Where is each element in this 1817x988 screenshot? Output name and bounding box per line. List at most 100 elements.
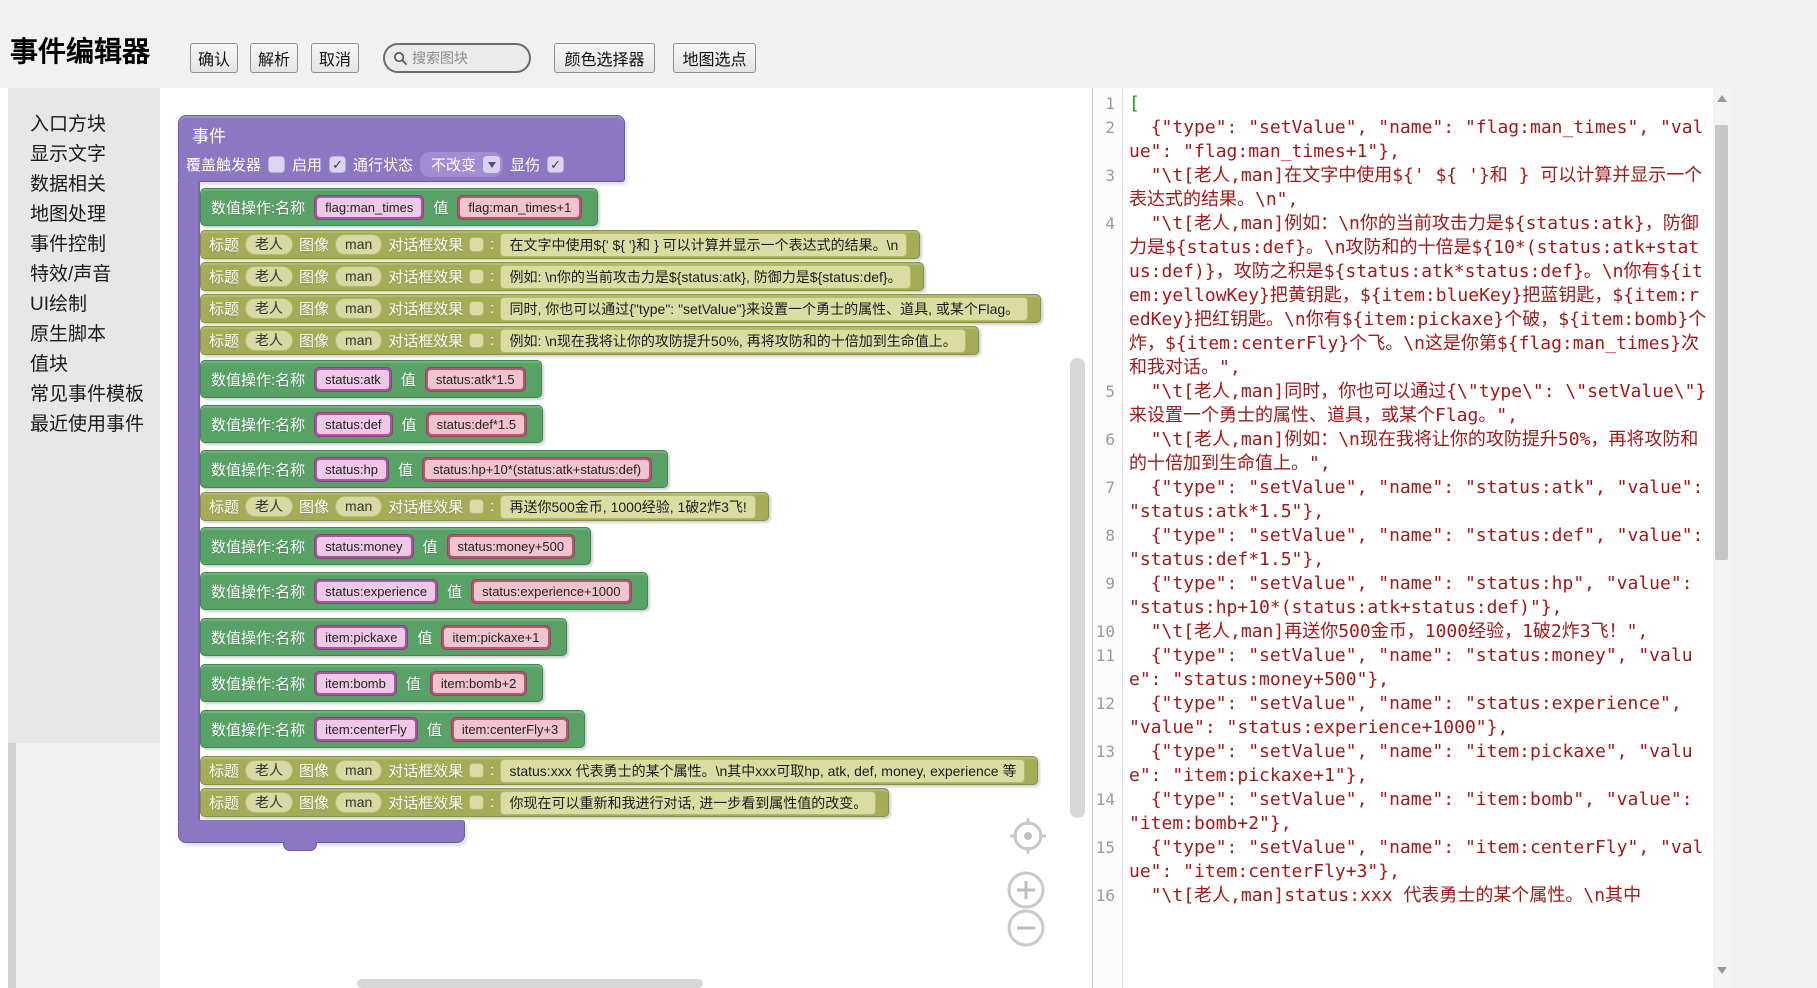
zoom-out-button[interactable]: [1006, 908, 1046, 948]
sidebar-item[interactable]: 显示文字: [8, 140, 160, 170]
sidebar-item[interactable]: 值块: [8, 350, 160, 380]
search-box[interactable]: [383, 43, 531, 73]
enable-checkbox[interactable]: [329, 156, 346, 173]
confirm-button[interactable]: 确认: [190, 43, 238, 73]
dialog-text-field[interactable]: 你现在可以重新和我进行对话, 进一步看到属性值的改变。: [500, 791, 876, 815]
event-block-spine[interactable]: [178, 181, 200, 821]
value-field[interactable]: item:centerFly+3: [451, 717, 569, 742]
caption-field[interactable]: 老人: [245, 496, 293, 517]
dialog-text-block[interactable]: 标题 老人 图像 man 对话框效果 : 在文字中使用${' ${ '}和 } …: [200, 230, 920, 259]
value-field[interactable]: flag:man_times+1: [457, 195, 582, 220]
caption-field[interactable]: 老人: [245, 234, 293, 255]
caption-field[interactable]: 老人: [245, 330, 293, 351]
code-line[interactable]: 7 {"type": "setValue", "name": "status:a…: [1093, 476, 1708, 524]
code-line[interactable]: 10 "\t[老人,man]再送你500金币，1000经验，1破2炸3飞！",: [1093, 620, 1708, 644]
code-scrollbar-thumb[interactable]: [1715, 125, 1728, 560]
dialog-text-block[interactable]: 标题 老人 图像 man 对话框效果 : 例如: \n你的当前攻击力是${sta…: [200, 262, 924, 291]
code-line[interactable]: 3 "\t[老人,man]在文字中使用${' ${ '}和 } 可以计算并显示一…: [1093, 164, 1708, 212]
caption-field[interactable]: 老人: [245, 760, 293, 781]
setvalue-block[interactable]: 数值操作:名称 status:atk 值 status:atk*1.5: [200, 360, 542, 398]
zoom-reset-button[interactable]: [1008, 816, 1048, 856]
sidebar-item[interactable]: 数据相关: [8, 170, 160, 200]
name-field[interactable]: status:atk: [314, 367, 392, 392]
dialog-text-block[interactable]: 标题 老人 图像 man 对话框效果 : 你现在可以重新和我进行对话, 进一步看…: [200, 788, 889, 817]
code-line[interactable]: 11 {"type": "setValue", "name": "status:…: [1093, 644, 1708, 692]
code-line[interactable]: 13 {"type": "setValue", "name": "item:pi…: [1093, 740, 1708, 788]
pass-state-dropdown[interactable]: 不改变: [420, 152, 503, 177]
image-field[interactable]: man: [335, 760, 382, 781]
code-line[interactable]: 15 {"type": "setValue", "name": "item:ce…: [1093, 836, 1708, 884]
dialog-text-field[interactable]: 例如: \n现在我将让你的攻防提升50%, 再将攻防和的十倍加到生命值上。: [500, 329, 965, 353]
image-field[interactable]: man: [335, 496, 382, 517]
dialog-effect-checkbox[interactable]: [469, 763, 484, 778]
image-field[interactable]: man: [335, 234, 382, 255]
name-field[interactable]: status:money: [314, 534, 413, 559]
dialog-text-field[interactable]: 同时, 你也可以通过{"type": "setValue"}来设置一个勇士的属性…: [500, 297, 1028, 321]
color-picker-button[interactable]: 颜色选择器: [554, 43, 655, 73]
image-field[interactable]: man: [335, 298, 382, 319]
code-line[interactable]: 8 {"type": "setValue", "name": "status:d…: [1093, 524, 1708, 572]
dialog-text-field[interactable]: 例如: \n你的当前攻击力是${status:atk}, 防御力是${statu…: [500, 265, 910, 289]
dialog-effect-checkbox[interactable]: [469, 237, 484, 252]
dialog-text-field[interactable]: 再送你500金币, 1000经验, 1破2炸3飞!: [500, 495, 755, 519]
name-field[interactable]: item:bomb: [314, 671, 397, 696]
dialog-text-block[interactable]: 标题 老人 图像 man 对话框效果 : 同时, 你也可以通过{"type": …: [200, 294, 1041, 323]
dialog-effect-checkbox[interactable]: [469, 499, 484, 514]
map-pick-button[interactable]: 地图选点: [673, 43, 756, 73]
scroll-up-arrow-icon[interactable]: [1717, 95, 1727, 102]
code-line[interactable]: 12 {"type": "setValue", "name": "status:…: [1093, 692, 1708, 740]
code-line[interactable]: 14 {"type": "setValue", "name": "item:bo…: [1093, 788, 1708, 836]
sidebar-item[interactable]: 原生脚本: [8, 320, 160, 350]
dialog-text-block[interactable]: 标题 老人 图像 man 对话框效果 : status:xxx 代表勇士的某个属…: [200, 756, 1038, 785]
dialog-effect-checkbox[interactable]: [469, 301, 484, 316]
setvalue-block[interactable]: 数值操作:名称 item:bomb 值 item:bomb+2: [200, 664, 543, 702]
caption-field[interactable]: 老人: [245, 792, 293, 813]
event-block-footer[interactable]: [178, 820, 465, 843]
code-line[interactable]: 4 "\t[老人,man]例如：\n你的当前攻击力是${status:atk}，…: [1093, 212, 1708, 380]
code-scrollbar[interactable]: [1713, 88, 1730, 988]
event-block-header[interactable]: 事件 覆盖触发器 启用 通行状态 不改变 显伤: [178, 115, 625, 182]
value-field[interactable]: status:experience+1000: [471, 579, 631, 604]
blockly-workspace[interactable]: 事件 覆盖触发器 启用 通行状态 不改变 显伤 数值操作:名称: [160, 88, 1092, 988]
sidebar-item[interactable]: 最近使用事件: [8, 410, 160, 440]
workspace-horizontal-scrollbar[interactable]: [357, 979, 703, 988]
sidebar-item[interactable]: UI绘制: [8, 290, 160, 320]
name-field[interactable]: item:centerFly: [314, 717, 418, 742]
search-input[interactable]: [412, 50, 522, 66]
value-field[interactable]: status:money+500: [447, 534, 576, 559]
setvalue-block[interactable]: 数值操作:名称 status:def 值 status:def*1.5: [200, 405, 543, 443]
override-trigger-checkbox[interactable]: [268, 156, 285, 173]
damage-checkbox[interactable]: [547, 156, 564, 173]
code-line[interactable]: 2 {"type": "setValue", "name": "flag:man…: [1093, 116, 1708, 164]
sidebar-item[interactable]: 常见事件模板: [8, 380, 160, 410]
setvalue-block[interactable]: 数值操作:名称 item:pickaxe 值 item:pickaxe+1: [200, 618, 567, 656]
sidebar-item[interactable]: 事件控制: [8, 230, 160, 260]
setvalue-block[interactable]: 数值操作:名称 status:money 值 status:money+500: [200, 527, 591, 565]
dialog-text-field[interactable]: status:xxx 代表勇士的某个属性。\n其中xxx可取hp, atk, d…: [500, 759, 1025, 783]
setvalue-block[interactable]: 数值操作:名称 status:hp 值 status:hp+10*(status…: [200, 450, 668, 488]
name-field[interactable]: flag:man_times: [314, 195, 424, 220]
workspace-vertical-scrollbar[interactable]: [1070, 358, 1085, 818]
setvalue-block[interactable]: 数值操作:名称 status:experience 值 status:exper…: [200, 572, 648, 610]
cancel-button[interactable]: 取消: [311, 43, 359, 73]
name-field[interactable]: status:hp: [314, 457, 389, 482]
setvalue-block[interactable]: 数值操作:名称 item:centerFly 值 item:centerFly+…: [200, 710, 585, 748]
image-field[interactable]: man: [335, 330, 382, 351]
dialog-effect-checkbox[interactable]: [469, 333, 484, 348]
code-line[interactable]: 5 "\t[老人,man]同时，你也可以通过{\"type\": \"setVa…: [1093, 380, 1708, 428]
image-field[interactable]: man: [335, 792, 382, 813]
dialog-effect-checkbox[interactable]: [469, 795, 484, 810]
value-field[interactable]: status:hp+10*(status:atk+status:def): [422, 457, 652, 482]
dialog-text-field[interactable]: 在文字中使用${' ${ '}和 } 可以计算并显示一个表达式的结果。\n: [500, 233, 907, 257]
caption-field[interactable]: 老人: [245, 298, 293, 319]
code-line[interactable]: 16 "\t[老人,man]status:xxx 代表勇士的某个属性。\n其中: [1093, 884, 1708, 908]
sidebar-item[interactable]: 入口方块: [8, 110, 160, 140]
code-line[interactable]: 6 "\t[老人,man]例如：\n现在我将让你的攻防提升50%，再将攻防和的十…: [1093, 428, 1708, 476]
dialog-effect-checkbox[interactable]: [469, 269, 484, 284]
image-field[interactable]: man: [335, 266, 382, 287]
scroll-down-arrow-icon[interactable]: [1717, 967, 1727, 974]
code-line[interactable]: 9 {"type": "setValue", "name": "status:h…: [1093, 572, 1708, 620]
value-field[interactable]: item:pickaxe+1: [441, 625, 550, 650]
value-field[interactable]: status:def*1.5: [426, 412, 528, 437]
dialog-text-block[interactable]: 标题 老人 图像 man 对话框效果 : 例如: \n现在我将让你的攻防提升50…: [200, 326, 979, 355]
